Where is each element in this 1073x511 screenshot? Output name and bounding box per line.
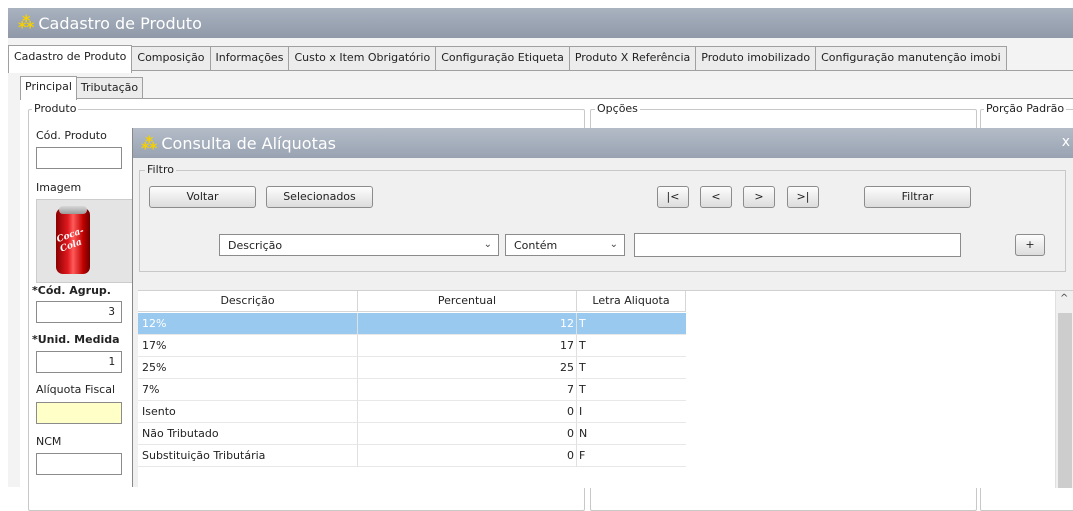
ncm-label: NCM	[36, 435, 62, 448]
next-page-button[interactable]: >	[743, 186, 775, 208]
first-page-button[interactable]: |<	[657, 186, 689, 208]
voltar-button[interactable]: Voltar	[149, 186, 256, 208]
cell-percentual: 17	[358, 335, 577, 357]
opcoes-group-label: Opções	[595, 102, 640, 115]
filtrar-button[interactable]: Filtrar	[864, 186, 971, 208]
dialog-logo-icon: ⁂	[141, 133, 158, 153]
dialog-title: Consulta de Alíquotas	[161, 133, 336, 153]
last-page-button[interactable]: >|	[787, 186, 819, 208]
tab-tributacao[interactable]: Tributação	[75, 77, 144, 98]
dialog-title-bar[interactable]: ⁂ Consulta de Alíquotas x	[133, 128, 1073, 158]
tab-cadastro-de-produto[interactable]: Cadastro de Produto	[8, 45, 133, 73]
cell-percentual: 0	[358, 401, 577, 423]
cell-letra: I	[577, 401, 686, 423]
imagem-label: Imagem	[36, 181, 82, 194]
cell-percentual: 0	[358, 423, 577, 445]
table-row[interactable]: Isento 0 I	[138, 401, 686, 423]
sub-tabbar: Principal Tributação	[20, 76, 144, 100]
close-icon[interactable]: x	[1062, 134, 1070, 150]
vertical-scrollbar[interactable]: ^	[1055, 291, 1073, 488]
window-title-bar: ⁂ Cadastro de Produto	[8, 8, 1073, 38]
table-row[interactable]: 25% 25 T	[138, 357, 686, 379]
table-row[interactable]: 7% 7 T	[138, 379, 686, 401]
cell-percentual: 7	[358, 379, 577, 401]
cell-descricao: Substituição Tributária	[138, 445, 358, 467]
window-title: Cadastro de Produto	[38, 13, 202, 33]
grid-header: Descrição Percentual Letra Aliquota	[138, 291, 686, 312]
cell-descricao: 17%	[138, 335, 358, 357]
cell-descricao: 12%	[138, 313, 358, 335]
cell-letra: T	[577, 357, 686, 379]
prev-page-button[interactable]: <	[700, 186, 732, 208]
filtro-group-label: Filtro	[145, 163, 176, 176]
unid-medida-input[interactable]: 1	[36, 351, 122, 373]
porcao-group-label: Porção Padrão	[984, 102, 1067, 115]
cell-percentual: 0	[358, 445, 577, 467]
app-logo-icon: ⁂	[18, 13, 35, 32]
tab-produto-imobilizado[interactable]: Produto imobilizado	[695, 46, 817, 71]
cod-produto-input[interactable]	[36, 147, 122, 169]
tab-composicao[interactable]: Composição	[131, 46, 211, 71]
tab-principal[interactable]: Principal	[20, 76, 77, 100]
tab-produto-x-referencia[interactable]: Produto X Referência	[568, 46, 697, 71]
aliquotas-grid: Descrição Percentual Letra Aliquota 12% …	[138, 290, 1073, 488]
chevron-down-icon: ⌄	[483, 239, 492, 250]
tab-informacoes[interactable]: Informações	[209, 46, 290, 71]
produto-group-label: Produto	[32, 102, 79, 115]
selecionados-button[interactable]: Selecionados	[266, 186, 373, 208]
table-row[interactable]: Substituição Tributária 0 F	[138, 445, 686, 467]
cell-letra: N	[577, 423, 686, 445]
table-row[interactable]: Não Tributado 0 N	[138, 423, 686, 445]
cell-percentual: 12	[358, 313, 577, 335]
col-percentual-header[interactable]: Percentual	[358, 291, 577, 312]
col-letra-header[interactable]: Letra Aliquota	[577, 291, 686, 312]
aliquota-fiscal-input[interactable]	[36, 402, 122, 424]
field-select-value: Descrição	[228, 239, 283, 252]
product-image[interactable]: Coca-Cola	[36, 199, 134, 283]
chevron-down-icon: ⌄	[609, 239, 618, 250]
ncm-input[interactable]	[36, 453, 122, 475]
cell-descricao: 7%	[138, 379, 358, 401]
cell-descricao: 25%	[138, 357, 358, 379]
cell-descricao: Não Tributado	[138, 423, 358, 445]
operator-select-value: Contém	[514, 239, 558, 252]
add-filter-button[interactable]: +	[1015, 234, 1045, 256]
cell-letra: T	[577, 335, 686, 357]
tab-configuracao-manutencao[interactable]: Configuração manutenção imobi	[815, 46, 1007, 71]
cell-letra: T	[577, 379, 686, 401]
operator-select[interactable]: Contém ⌄	[505, 234, 625, 256]
table-row[interactable]: 17% 17 T	[138, 335, 686, 357]
unid-medida-label: *Unid. Medida	[32, 333, 120, 346]
tab-custo-item-obrigatorio[interactable]: Custo x Item Obrigatório	[288, 46, 437, 71]
cell-descricao: Isento	[138, 401, 358, 423]
col-descricao-header[interactable]: Descrição	[138, 291, 358, 312]
chevron-up-icon[interactable]: ^	[1060, 293, 1068, 304]
cell-letra: T	[577, 313, 686, 335]
cod-agrup-input[interactable]: 3	[36, 301, 122, 323]
tab-configuracao-etiqueta[interactable]: Configuração Etiqueta	[435, 46, 570, 71]
aliquota-fiscal-label: Alíquota Fiscal	[36, 383, 116, 396]
cell-letra: F	[577, 445, 686, 467]
table-row[interactable]: 12% 12 T	[138, 313, 686, 335]
main-tabbar: Cadastro de Produto Composição Informaçõ…	[8, 45, 1007, 73]
filter-text-input[interactable]	[634, 233, 961, 257]
cod-produto-label: Cód. Produto	[36, 129, 107, 142]
scrollbar-thumb[interactable]	[1058, 313, 1072, 488]
field-select[interactable]: Descrição ⌄	[219, 234, 499, 256]
tab-panel-border	[8, 70, 1073, 71]
cod-agrup-label: *Cód. Agrup.	[32, 284, 111, 297]
cell-percentual: 25	[358, 357, 577, 379]
